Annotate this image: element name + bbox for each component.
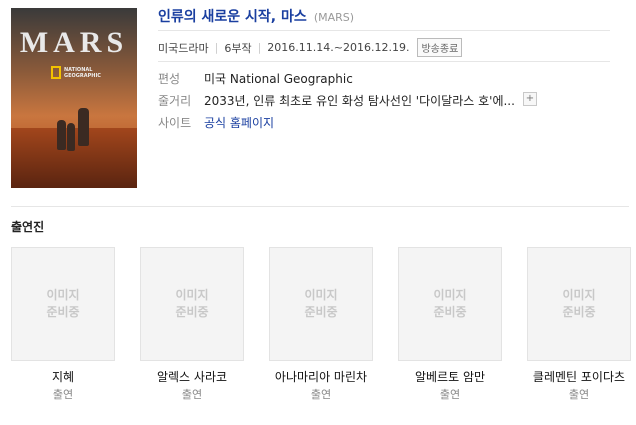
broadcast-dates: 2016.11.14.~2016.12.19. xyxy=(267,41,410,54)
divider xyxy=(158,61,610,62)
divider xyxy=(158,30,610,31)
expand-plot-icon[interactable]: + xyxy=(522,92,537,106)
separator: | xyxy=(257,41,262,54)
genre: 미국드라마 xyxy=(158,41,209,55)
cast-photo-placeholder[interactable]: 이미지 준비중 xyxy=(140,247,244,361)
channel-row: 편성 미국 National Geographic xyxy=(158,70,353,87)
plot-value: 2033년, 인류 최초로 유인 화성 탐사선인 '다이달라스 호'에... xyxy=(204,94,515,108)
separator: | xyxy=(214,41,219,54)
cast-section-title: 출연진 xyxy=(11,220,45,234)
placeholder-text: 이미지 준비중 xyxy=(562,288,596,319)
official-site-link[interactable]: 공식 홈페이지 xyxy=(204,114,274,131)
cast-photo-placeholder[interactable]: 이미지 준비중 xyxy=(269,247,373,361)
ng-yellow-frame-icon xyxy=(51,66,61,79)
placeholder-text: 이미지 준비중 xyxy=(46,288,80,319)
cast-card[interactable]: 이미지 준비중 알베르토 암만 출연 xyxy=(398,247,502,402)
drama-title[interactable]: 인류의 새로운 시작, 마스 xyxy=(158,9,307,25)
cast-role: 출연 xyxy=(52,388,74,401)
cast-photo-placeholder[interactable]: 이미지 준비중 xyxy=(398,247,502,361)
title-row: 인류의 새로운 시작, 마스 (MARS) xyxy=(158,6,354,26)
astronaut-figure-icon xyxy=(57,120,66,150)
channel-label: 편성 xyxy=(158,72,181,86)
cast-role: 출연 xyxy=(181,388,203,401)
status-badge: 방송종료 xyxy=(417,38,463,57)
cast-role: 출연 xyxy=(310,388,332,401)
poster-title: MARS xyxy=(19,26,129,59)
cast-card[interactable]: 이미지 준비중 알렉스 사라코 출연 xyxy=(140,247,244,402)
astronaut-figure-icon xyxy=(67,123,75,151)
section-divider xyxy=(11,206,629,207)
poster-image[interactable]: MARS NATIONAL GEOGRAPHIC xyxy=(11,8,137,188)
cast-card[interactable]: 이미지 준비중 지혜 출연 xyxy=(11,247,115,402)
plot-row: 줄거리 2033년, 인류 최초로 유인 화성 탐사선인 '다이달라스 호'에.… xyxy=(158,92,537,109)
astronaut-figure-icon xyxy=(78,108,89,146)
plot-label: 줄거리 xyxy=(158,94,192,108)
national-geographic-logo: NATIONAL GEOGRAPHIC xyxy=(51,66,112,79)
cast-card[interactable]: 이미지 준비중 클레멘틴 포이다츠 출연 xyxy=(527,247,631,402)
site-row: 사이트 공식 홈페이지 xyxy=(158,114,274,131)
meta-row: 미국드라마 | 6부작 | 2016.11.14.~2016.12.19. 방송… xyxy=(158,38,463,57)
cast-name[interactable]: 지혜 xyxy=(11,369,115,385)
episode-count: 6부작 xyxy=(224,41,252,55)
cast-name[interactable]: 클레멘틴 포이다츠 xyxy=(527,369,631,385)
channel-value: 미국 National Geographic xyxy=(204,72,353,86)
site-label: 사이트 xyxy=(158,116,192,130)
placeholder-text: 이미지 준비중 xyxy=(304,288,338,319)
cast-photo-placeholder[interactable]: 이미지 준비중 xyxy=(527,247,631,361)
cast-name[interactable]: 알렉스 사라코 xyxy=(140,369,244,385)
cast-photo-placeholder[interactable]: 이미지 준비중 xyxy=(11,247,115,361)
cast-name[interactable]: 알베르토 암만 xyxy=(398,369,502,385)
cast-role: 출연 xyxy=(439,388,461,401)
cast-role: 출연 xyxy=(568,388,590,401)
ng-logo-text: NATIONAL GEOGRAPHIC xyxy=(64,66,101,79)
placeholder-text: 이미지 준비중 xyxy=(433,288,467,319)
cast-name[interactable]: 아나마리아 마린차 xyxy=(269,369,373,385)
cast-card[interactable]: 이미지 준비중 아나마리아 마린차 출연 xyxy=(269,247,373,402)
placeholder-text: 이미지 준비중 xyxy=(175,288,209,319)
drama-title-english: (MARS) xyxy=(313,11,355,24)
